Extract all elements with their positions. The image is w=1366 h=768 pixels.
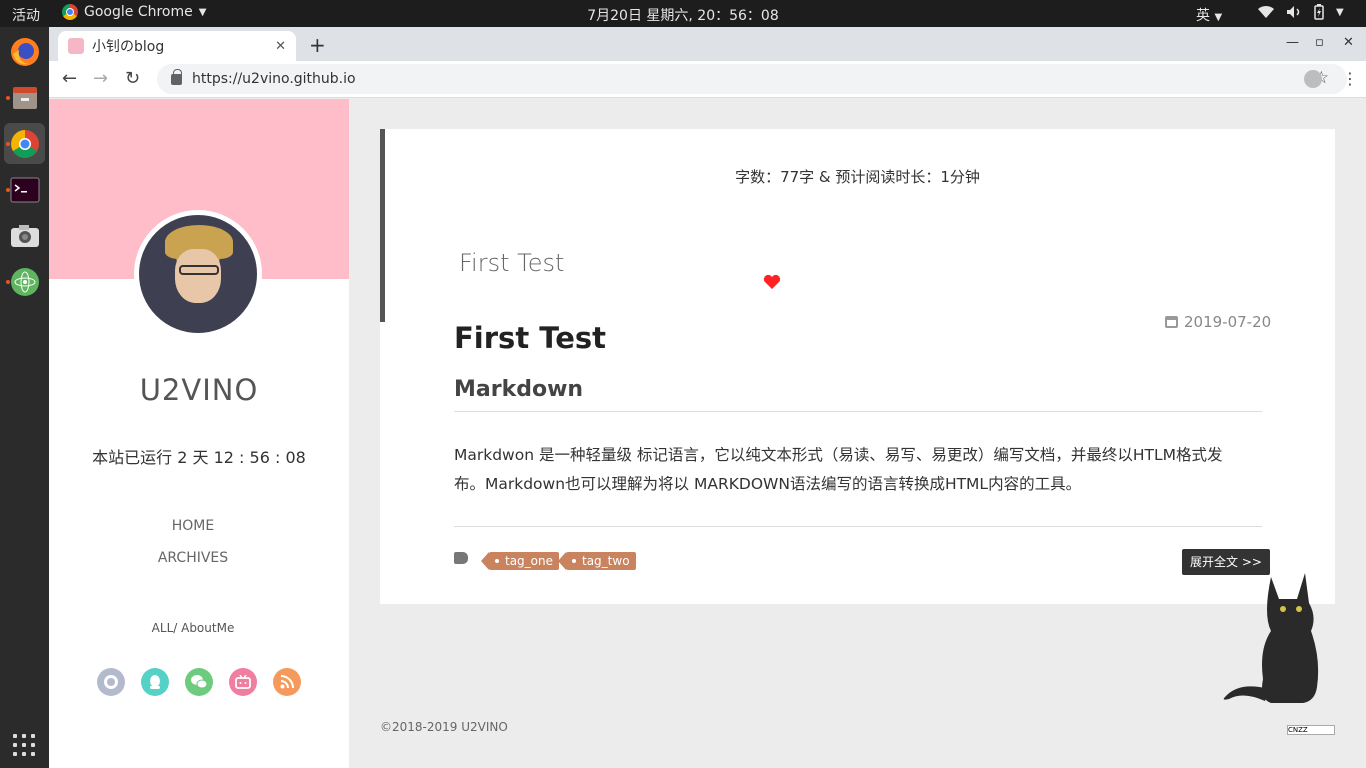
show-applications-button[interactable] — [13, 734, 35, 756]
chevron-down-icon: ▼ — [1336, 6, 1344, 18]
blog-sidebar: U2VINO 本站已运行 2 天 12 : 56 : 08 HOME ARCHI… — [49, 99, 349, 768]
bilibili-icon — [235, 675, 251, 689]
firefox-icon — [10, 37, 39, 66]
chrome-icon — [62, 4, 78, 20]
blog-author-name[interactable]: U2VINO — [49, 373, 349, 407]
dock-screenshot[interactable] — [4, 215, 45, 256]
qq-icon — [150, 675, 160, 689]
terminal-icon — [10, 177, 39, 202]
rss-icon — [280, 675, 294, 689]
heart-icon — [763, 274, 781, 289]
close-tab-icon[interactable]: ✕ — [275, 39, 286, 54]
dock-chrome[interactable] — [4, 123, 45, 164]
quote-bar — [380, 129, 385, 322]
chrome-icon — [10, 129, 39, 158]
running-indicator — [6, 280, 10, 284]
new-tab-button[interactable]: + — [309, 33, 326, 57]
tag-icon — [454, 552, 468, 564]
post-excerpt: Markdwon 是一种轻量级 标记语言，它以纯文本形式（易读、易写、易更改）编… — [454, 441, 1262, 499]
address-bar[interactable]: https://u2vino.github.io ☆ — [157, 64, 1347, 94]
lock-icon — [171, 68, 182, 85]
tag-link[interactable]: tag_two — [558, 552, 636, 570]
post-date-text: 2019-07-20 — [1184, 313, 1272, 331]
system-tray[interactable]: ▼ — [1258, 4, 1344, 20]
wifi-icon — [1258, 5, 1274, 19]
camera-icon — [10, 224, 39, 247]
activities-button[interactable]: 活动 — [12, 5, 40, 25]
chevron-down-icon: ▼ — [198, 6, 207, 18]
calendar-icon — [1165, 316, 1178, 328]
github-icon — [104, 675, 118, 689]
site-runtime: 本站已运行 2 天 12 : 56 : 08 — [92, 448, 306, 467]
battery-icon — [1314, 4, 1324, 20]
running-indicator — [6, 96, 10, 100]
sidebar-links[interactable]: ALL/ AboutMe — [49, 621, 337, 635]
nav-home[interactable]: HOME — [49, 518, 337, 534]
minimize-button[interactable]: — — [1286, 35, 1299, 50]
github-link[interactable] — [97, 668, 125, 696]
maximize-button[interactable]: ▫ — [1315, 35, 1324, 50]
rss-link[interactable] — [273, 668, 301, 696]
article-subtitle: First Test — [459, 249, 565, 277]
system-top-bar: 活动 Google Chrome ▼ 7月20日 星期六, 20：56：08 英… — [0, 0, 1366, 27]
favicon-icon — [68, 38, 84, 54]
input-method-label: 英 — [1196, 8, 1210, 24]
running-indicator — [6, 142, 10, 146]
nav-archives[interactable]: ARCHIVES — [49, 550, 337, 566]
reload-button[interactable]: ↻ — [125, 68, 140, 89]
dock-terminal[interactable] — [4, 169, 45, 210]
file-cabinet-icon — [12, 86, 37, 109]
qq-link[interactable] — [141, 668, 169, 696]
article-card: 字数：77字 & 预计阅读时长：1分钟 First Test 2019-07-2… — [380, 129, 1335, 604]
black-cat-mascot[interactable] — [1219, 569, 1329, 709]
tab-title: 小钊のblog — [92, 39, 165, 55]
dock — [0, 27, 49, 768]
dock-files[interactable] — [4, 77, 45, 118]
url-text: https://u2vino.github.io — [192, 71, 356, 87]
bilibili-link[interactable] — [229, 668, 257, 696]
running-indicator — [6, 188, 10, 192]
profile-avatar[interactable] — [1304, 70, 1322, 88]
close-window-button[interactable]: ✕ — [1343, 35, 1354, 50]
wechat-link[interactable] — [185, 668, 213, 696]
divider — [454, 526, 1262, 527]
post-excerpt-line: Markdwon 是一种轻量级 标记语言，它以纯文本形式（易读、易写、易更改）编… — [454, 446, 1223, 464]
tab-active[interactable]: 小钊のblog ✕ — [58, 31, 296, 61]
browser-toolbar: ← → ↻ https://u2vino.github.io ☆ ⋮ — [49, 61, 1366, 98]
dock-atom[interactable] — [4, 261, 45, 302]
footer-copyright: ©2018-2019 U2VINO — [380, 720, 508, 734]
post-title[interactable]: First Test — [454, 321, 606, 355]
input-method-menu[interactable]: 英 ▼ — [1196, 5, 1222, 25]
tag-link[interactable]: tag_one — [480, 552, 560, 570]
avatar[interactable] — [134, 210, 262, 338]
forward-button[interactable]: → — [93, 68, 108, 89]
tab-strip: 小钊のblog ✕ + — ▫ ✕ — [49, 27, 1366, 61]
atom-icon — [10, 267, 39, 296]
post-heading: Markdown — [454, 377, 584, 402]
menu-kebab-icon[interactable]: ⋮ — [1342, 69, 1358, 88]
back-button[interactable]: ← — [62, 68, 77, 89]
dock-firefox[interactable] — [4, 31, 45, 72]
post-date: 2019-07-20 — [1165, 313, 1271, 331]
chevron-down-icon: ▼ — [1214, 12, 1223, 23]
word-count: 字数：77字 & 预计阅读时长：1分钟 — [735, 168, 980, 186]
app-menu[interactable]: Google Chrome ▼ — [62, 4, 206, 20]
clock[interactable]: 7月20日 星期六, 20：56：08 — [587, 8, 779, 24]
page-viewport: U2VINO 本站已运行 2 天 12 : 56 : 08 HOME ARCHI… — [49, 99, 1366, 768]
post-excerpt-line: 布。Markdown也可以理解为将以 MARKDOWN语法编写的语言转换成HTM… — [454, 475, 1082, 493]
divider — [454, 411, 1262, 412]
app-name: Google Chrome — [84, 4, 193, 20]
volume-icon — [1287, 6, 1300, 18]
wechat-icon — [191, 675, 208, 689]
cnzz-badge[interactable]: CNZZ — [1287, 725, 1335, 735]
